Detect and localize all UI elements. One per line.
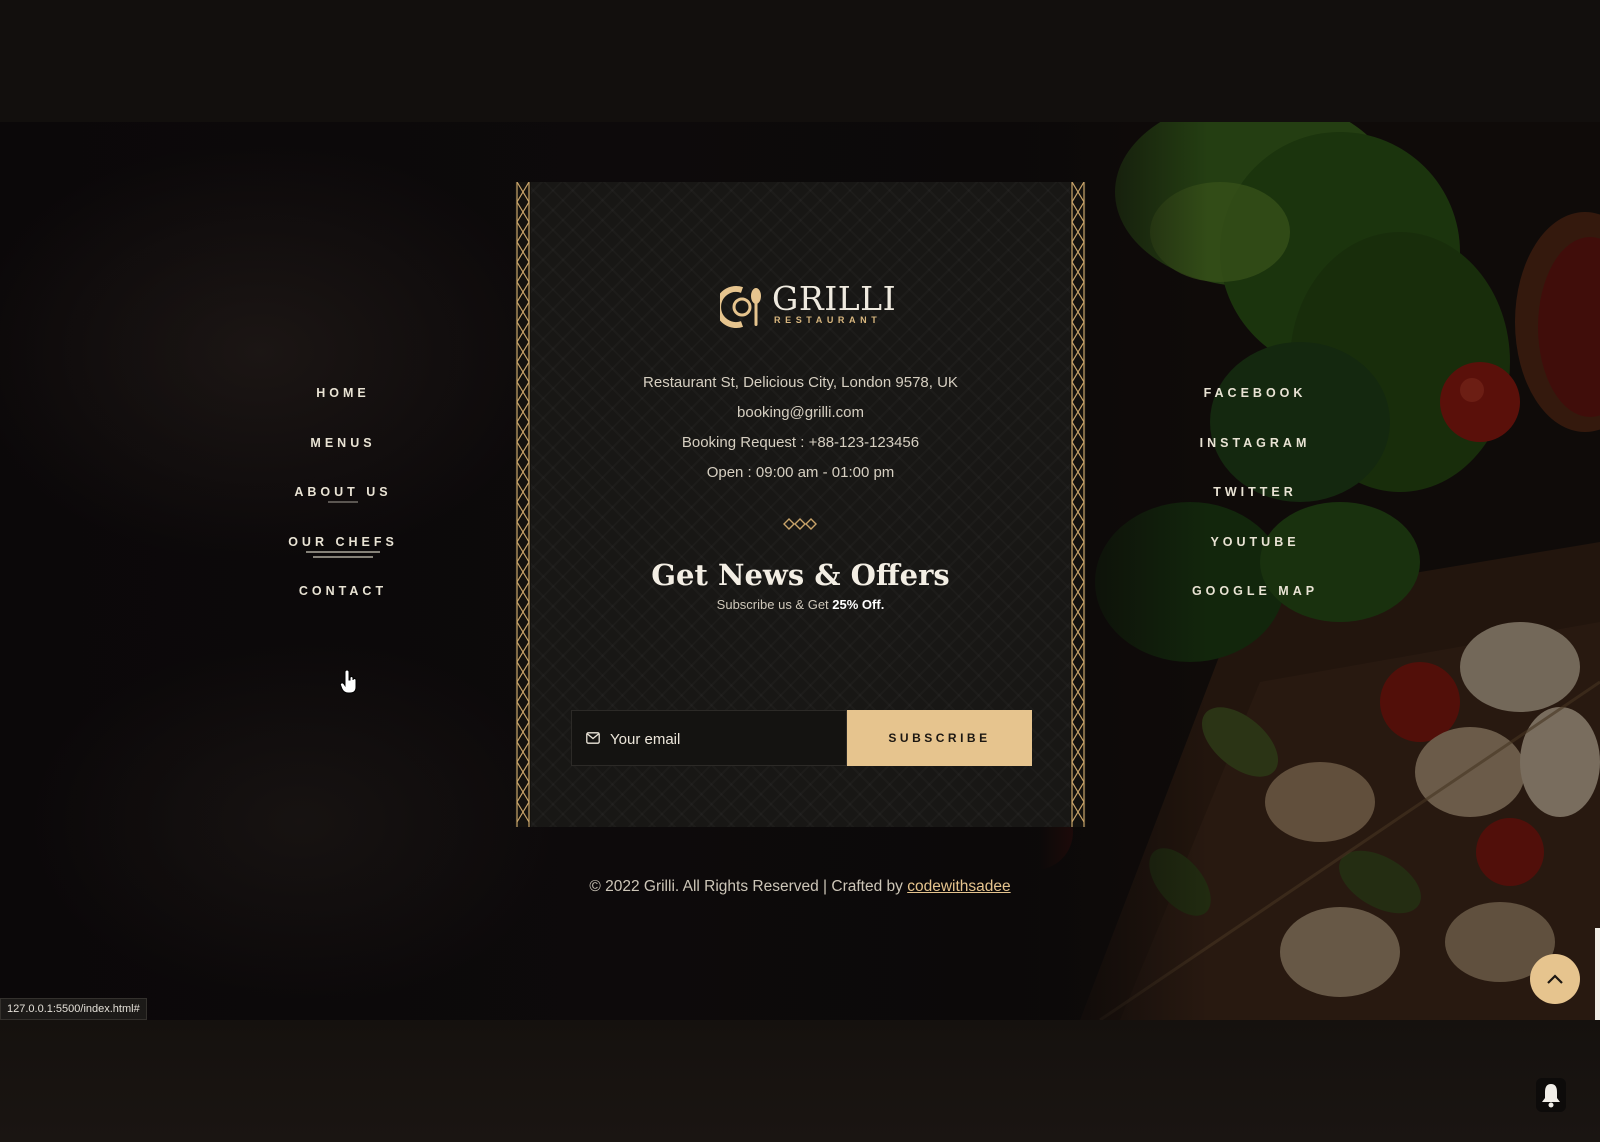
subscribe-button[interactable]: SUBSCRIBE <box>847 710 1032 766</box>
nav-item-our-chefs: OUR CHEFS <box>243 533 443 583</box>
social-item-google-map: GOOGLE MAP <box>1155 582 1355 632</box>
ornament-divider-icon <box>783 518 817 530</box>
footer-nav: HOME MENUS ABOUT US OUR CHEFS CONTACT <box>243 384 443 632</box>
copyright-text: © 2022 Grilli. All Rights Reserved | Cra… <box>0 878 1600 896</box>
hover-underline <box>313 555 373 558</box>
newsletter-subtitle-text: Subscribe us & Get <box>716 597 833 612</box>
top-letterbox <box>0 0 1600 122</box>
nav-label-about-us: ABOUT US <box>294 485 392 499</box>
nav-item-about-us: ABOUT US <box>243 483 443 533</box>
address-text: Restaurant St, Delicious City, London 95… <box>643 374 958 391</box>
brand-name: GRILLI <box>772 279 897 318</box>
site-footer: HOME MENUS ABOUT US OUR CHEFS CONTACT FA… <box>0 122 1600 1020</box>
opening-hours: Open : 09:00 am - 01:00 pm <box>706 464 895 481</box>
social-link-facebook[interactable]: FACEBOOK <box>1204 386 1307 400</box>
nav-item-contact: CONTACT <box>243 582 443 632</box>
notification-button[interactable] <box>1536 1078 1566 1112</box>
social-link-twitter[interactable]: TWITTER <box>1213 485 1297 499</box>
copyright-prefix: © 2022 Grilli. All Rights Reserved | Cra… <box>589 878 908 895</box>
social-links: FACEBOOK INSTAGRAM TWITTER YOUTUBE GOOGL… <box>1155 384 1355 632</box>
subscribe-form: SUBSCRIBE <box>571 710 1032 766</box>
ornament-border-right <box>1070 182 1086 827</box>
email-input[interactable] <box>610 725 830 753</box>
nav-link-about-us[interactable]: ABOUT US <box>294 485 392 503</box>
nav-item-home: HOME <box>243 384 443 434</box>
nav-link-our-chefs[interactable]: OUR CHEFS <box>288 534 398 558</box>
social-link-youtube[interactable]: YOUTUBE <box>1210 535 1299 549</box>
social-item-twitter: TWITTER <box>1155 483 1355 533</box>
nav-link-menus[interactable]: MENUS <box>310 436 375 450</box>
booking-phone[interactable]: Booking Request : +88-123-123456 <box>515 428 1086 458</box>
hand-pointer-icon <box>340 670 357 694</box>
nav-link-contact[interactable]: CONTACT <box>299 584 387 598</box>
newsletter-title: Get News & Offers <box>651 558 950 592</box>
scrollbar-thumb[interactable] <box>1595 928 1600 1020</box>
social-item-youtube: YOUTUBE <box>1155 533 1355 583</box>
credit-link[interactable]: codewithsadee <box>907 878 1010 895</box>
newsletter-subtitle: Subscribe us & Get 25% Off. <box>515 597 1086 612</box>
email-link[interactable]: booking@grilli.com <box>515 398 1086 428</box>
brand-tagline: RESTAURANT <box>774 315 882 325</box>
email-field-wrapper <box>571 710 847 766</box>
bottom-letterbox <box>0 1020 1600 1142</box>
nav-item-menus: MENUS <box>243 434 443 484</box>
footer-brand-card: GRILLI RESTAURANT Restaurant St, Delicio… <box>515 182 1086 827</box>
browser-status-url: 127.0.0.1:5500/index.html# <box>0 998 147 1020</box>
contact-info: Restaurant St, Delicious City, London 95… <box>515 368 1086 488</box>
discount-highlight: 25% Off. <box>832 597 885 612</box>
social-item-instagram: INSTAGRAM <box>1155 434 1355 484</box>
nav-link-home[interactable]: HOME <box>316 386 370 400</box>
ornament-border-left <box>515 182 531 827</box>
nav-label-our-chefs: OUR CHEFS <box>288 534 398 549</box>
social-item-facebook: FACEBOOK <box>1155 384 1355 434</box>
bell-icon <box>1542 1084 1560 1108</box>
social-link-instagram[interactable]: INSTAGRAM <box>1200 436 1311 450</box>
plate-spoon-icon <box>720 286 761 328</box>
hover-underline <box>306 550 380 553</box>
back-to-top-button[interactable] <box>1530 954 1580 1004</box>
social-link-google-map[interactable]: GOOGLE MAP <box>1192 584 1318 598</box>
brand-logo[interactable]: GRILLI RESTAURANT <box>720 282 896 330</box>
mail-icon <box>586 732 600 744</box>
chevron-up-icon <box>1547 974 1563 984</box>
hover-underline <box>328 501 358 503</box>
